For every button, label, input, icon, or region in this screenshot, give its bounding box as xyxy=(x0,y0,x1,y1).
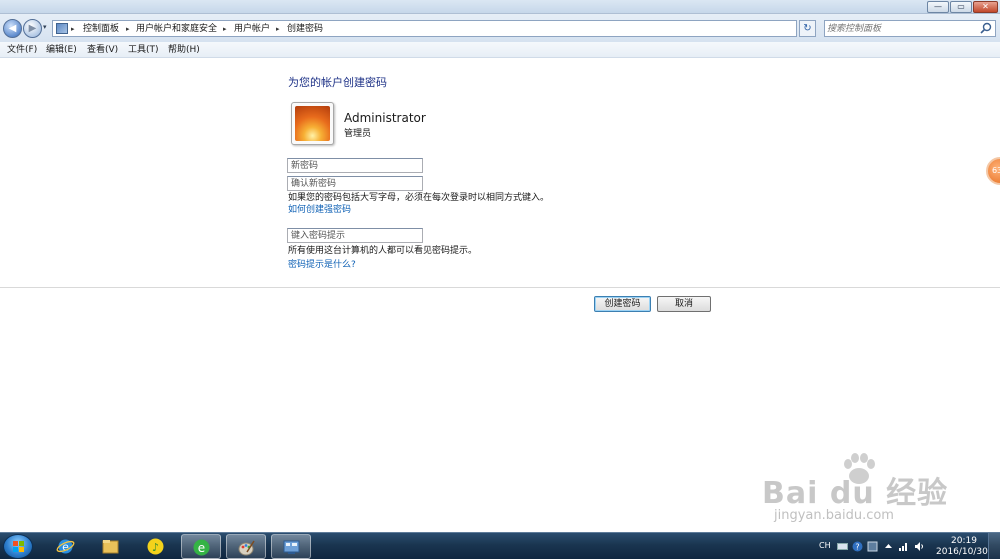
account-name: Administrator xyxy=(344,111,426,125)
strong-password-link[interactable]: 如何创建强密码 xyxy=(288,205,351,216)
watermark: Bai du 经验 jingyan.baidu.com xyxy=(762,452,962,532)
create-password-button[interactable]: 创建密码 xyxy=(594,296,651,312)
taskbar-app-ie[interactable]: e xyxy=(46,534,86,559)
search-box[interactable] xyxy=(824,20,996,37)
breadcrumb-separator[interactable]: ▸ xyxy=(276,23,280,35)
hint-note: 所有使用这台计算机的人都可以看见密码提示。 xyxy=(288,246,478,256)
breadcrumb-separator[interactable]: ▸ xyxy=(71,23,75,35)
password-hint-field[interactable] xyxy=(287,228,423,243)
explorer-icon xyxy=(102,540,119,554)
tray-menu-icon[interactable] xyxy=(867,541,878,552)
new-password-field[interactable] xyxy=(287,158,423,173)
windows-logo-icon xyxy=(13,541,24,552)
paint-icon xyxy=(238,540,255,556)
page-title: 为您的帐户创建密码 xyxy=(288,76,387,89)
address-bar: ◀ ▶ ▾ ▸ 控制面板 ▸ 用户帐户和家庭安全 ▸ 用户帐户 ▸ 创建密码 ▾… xyxy=(0,14,1000,42)
svg-text:e: e xyxy=(198,541,205,555)
minimize-button[interactable]: — xyxy=(927,1,949,13)
cancel-button[interactable]: 取消 xyxy=(657,296,711,312)
watermark-url: jingyan.baidu.com xyxy=(774,508,894,523)
menu-file[interactable]: 文件(F) xyxy=(7,44,37,56)
system-tray: CH ? 20:19 2016/10/30 xyxy=(815,533,1000,559)
music-icon: ♪ xyxy=(147,538,164,555)
ie-active-icon: e xyxy=(193,539,210,556)
maximize-button[interactable]: ▭ xyxy=(950,1,972,13)
watermark-logo: Bai du 经验 xyxy=(762,476,949,511)
taskbar-app-music[interactable]: ♪ xyxy=(136,534,176,559)
search-input[interactable] xyxy=(827,22,977,35)
caps-note: 如果您的密码包括大写字母，必须在每次登录时以相同方式键入。 xyxy=(288,193,550,203)
hint-help-link[interactable]: 密码提示是什么? xyxy=(288,260,356,271)
refresh-button[interactable]: ↻ xyxy=(799,20,816,37)
breadcrumb-item-create-password[interactable]: 创建密码 xyxy=(287,23,323,35)
menu-edit[interactable]: 编辑(E) xyxy=(46,44,77,56)
menu-view[interactable]: 查看(V) xyxy=(87,44,118,56)
ie-icon: e xyxy=(56,539,75,554)
svg-text:?: ? xyxy=(855,543,859,552)
forward-button[interactable]: ▶ xyxy=(23,19,42,38)
start-button[interactable] xyxy=(3,534,33,559)
show-desktop-button[interactable] xyxy=(988,533,1000,559)
show-hidden-icons-icon[interactable] xyxy=(883,541,894,552)
confirm-password-field[interactable] xyxy=(287,176,423,191)
taskbar-app-explorer[interactable] xyxy=(91,534,131,559)
close-button[interactable]: ✕ xyxy=(973,1,998,13)
search-icon[interactable] xyxy=(980,22,992,34)
breadcrumb-item-user-accounts-family[interactable]: 用户帐户和家庭安全 xyxy=(136,23,217,35)
language-indicator[interactable]: CH xyxy=(819,541,831,550)
avatar xyxy=(291,102,334,145)
help-icon[interactable]: ? xyxy=(852,541,863,552)
menu-tools[interactable]: 工具(T) xyxy=(128,44,159,56)
clock-time[interactable]: 20:19 xyxy=(951,536,977,546)
control-panel-icon xyxy=(283,540,300,554)
taskbar-app-browser[interactable]: e xyxy=(181,534,221,559)
breadcrumb-separator[interactable]: ▸ xyxy=(126,23,130,35)
divider xyxy=(0,287,1000,288)
breadcrumb-separator[interactable]: ▸ xyxy=(223,23,227,35)
taskbar-app-control-panel[interactable] xyxy=(271,534,311,559)
menu-bar: 文件(F) 编辑(E) 查看(V) 工具(T) 帮助(H) xyxy=(0,42,1000,58)
recent-pages-dropdown[interactable]: ▾ xyxy=(43,23,47,31)
menu-help[interactable]: 帮助(H) xyxy=(168,44,200,56)
network-icon[interactable] xyxy=(898,541,909,552)
breadcrumb-item-user-accounts[interactable]: 用户帐户 xyxy=(234,23,270,35)
control-panel-icon xyxy=(56,23,68,34)
breadcrumb-item-control-panel[interactable]: 控制面板 xyxy=(83,23,119,35)
svg-text:♪: ♪ xyxy=(152,541,159,554)
back-button[interactable]: ◀ xyxy=(3,19,22,38)
breadcrumb[interactable]: ▸ 控制面板 ▸ 用户帐户和家庭安全 ▸ 用户帐户 ▸ 创建密码 ▾ xyxy=(52,20,845,37)
title-bar: — ▭ ✕ xyxy=(0,0,1000,14)
keyboard-icon[interactable] xyxy=(837,541,848,552)
user-picture-icon xyxy=(295,106,330,141)
taskbar: e ♪ e CH ? 20:19 2016/10/30 xyxy=(0,532,1000,559)
account-type: 管理员 xyxy=(344,129,372,139)
taskbar-app-paint[interactable] xyxy=(226,534,266,559)
clock-date[interactable]: 2016/10/30 xyxy=(936,547,988,557)
volume-icon[interactable] xyxy=(914,541,925,552)
